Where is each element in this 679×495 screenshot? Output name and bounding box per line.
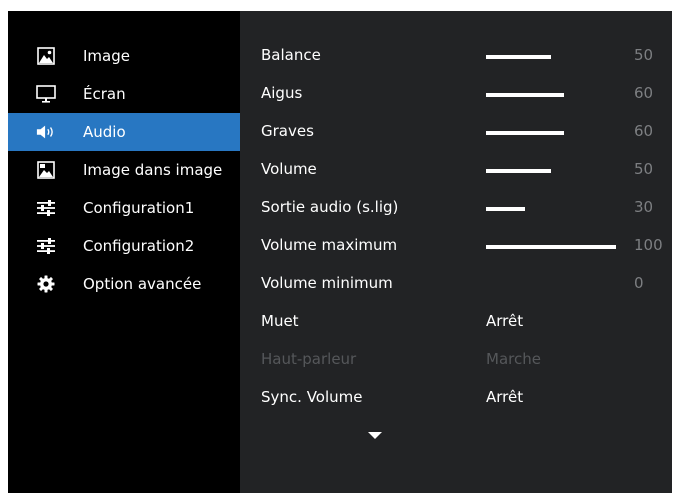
setting-row-balance[interactable]: Balance 50 xyxy=(240,37,672,75)
sidebar-item-configuration2[interactable]: Configuration2 xyxy=(8,227,240,265)
sidebar-item-label: Image xyxy=(83,47,130,65)
setting-label: Balance xyxy=(261,46,321,64)
setting-row-sync-volume[interactable]: Sync. Volume Arrêt xyxy=(240,379,672,417)
level-value: 50 xyxy=(634,160,654,178)
setting-row-volume[interactable]: Volume 50 xyxy=(240,151,672,189)
osd-screen: Image Écran Audio Image dans image Confi… xyxy=(8,11,672,493)
sidebar-item-label: Écran xyxy=(83,85,126,103)
sidebar: Image Écran Audio Image dans image Confi… xyxy=(8,11,240,493)
speaker-icon xyxy=(36,122,56,142)
setting-label: Haut-parleur xyxy=(261,350,357,368)
sidebar-item-label: Audio xyxy=(83,123,126,141)
setting-row-muet[interactable]: Muet Arrêt xyxy=(240,303,672,341)
level-bar[interactable] xyxy=(486,93,564,97)
level-bar[interactable] xyxy=(486,207,525,211)
sidebar-item-label: Image dans image xyxy=(83,161,223,179)
setting-row-volume-minimum[interactable]: Volume minimum 0 xyxy=(240,265,672,303)
setting-label: Volume minimum xyxy=(261,274,393,292)
sidebar-item-image-dans-image[interactable]: Image dans image xyxy=(8,151,240,189)
level-value: 60 xyxy=(634,122,654,140)
sliders-icon xyxy=(36,198,56,218)
level-bar[interactable] xyxy=(486,245,616,249)
audio-settings-panel: Balance 50 Aigus 60 Graves 60 Volume 50 … xyxy=(240,11,672,493)
setting-value: Arrêt xyxy=(486,312,524,330)
setting-label: Aigus xyxy=(261,84,303,102)
setting-label: Volume maximum xyxy=(261,236,398,254)
picture-icon xyxy=(36,46,56,66)
sidebar-item-option-avancee[interactable]: Option avancée xyxy=(8,265,240,303)
picture-in-picture-icon xyxy=(36,160,56,180)
setting-label: Graves xyxy=(261,122,314,140)
sidebar-item-label: Configuration2 xyxy=(83,237,195,255)
setting-label: Volume xyxy=(261,160,317,178)
level-value: 60 xyxy=(634,84,654,102)
setting-row-haut-parleur: Haut-parleur Marche xyxy=(240,341,672,379)
sidebar-item-label: Option avancée xyxy=(83,275,202,293)
setting-value: Marche xyxy=(486,350,541,368)
level-bar[interactable] xyxy=(486,131,564,135)
sidebar-item-image[interactable]: Image xyxy=(8,37,240,75)
level-bar[interactable] xyxy=(486,169,551,173)
setting-value: Arrêt xyxy=(486,388,524,406)
level-value: 30 xyxy=(634,198,654,216)
setting-row-graves[interactable]: Graves 60 xyxy=(240,113,672,151)
sidebar-item-ecran[interactable]: Écran xyxy=(8,75,240,113)
setting-row-volume-maximum[interactable]: Volume maximum 100 xyxy=(240,227,672,265)
sidebar-item-audio[interactable]: Audio xyxy=(8,113,240,151)
setting-label: Sync. Volume xyxy=(261,388,363,406)
sidebar-item-label: Configuration1 xyxy=(83,199,195,217)
setting-row-sortie-audio[interactable]: Sortie audio (s.lig) 30 xyxy=(240,189,672,227)
level-bar[interactable] xyxy=(486,55,551,59)
level-value: 50 xyxy=(634,46,654,64)
monitor-icon xyxy=(36,84,56,104)
setting-row-aigus[interactable]: Aigus 60 xyxy=(240,75,672,113)
gear-icon xyxy=(36,274,56,294)
sliders-icon xyxy=(36,236,56,256)
sidebar-item-configuration1[interactable]: Configuration1 xyxy=(8,189,240,227)
level-value: 0 xyxy=(634,274,644,292)
chevron-down-icon[interactable] xyxy=(368,432,382,439)
level-value: 100 xyxy=(634,236,663,254)
setting-label: Muet xyxy=(261,312,299,330)
setting-label: Sortie audio (s.lig) xyxy=(261,198,399,216)
